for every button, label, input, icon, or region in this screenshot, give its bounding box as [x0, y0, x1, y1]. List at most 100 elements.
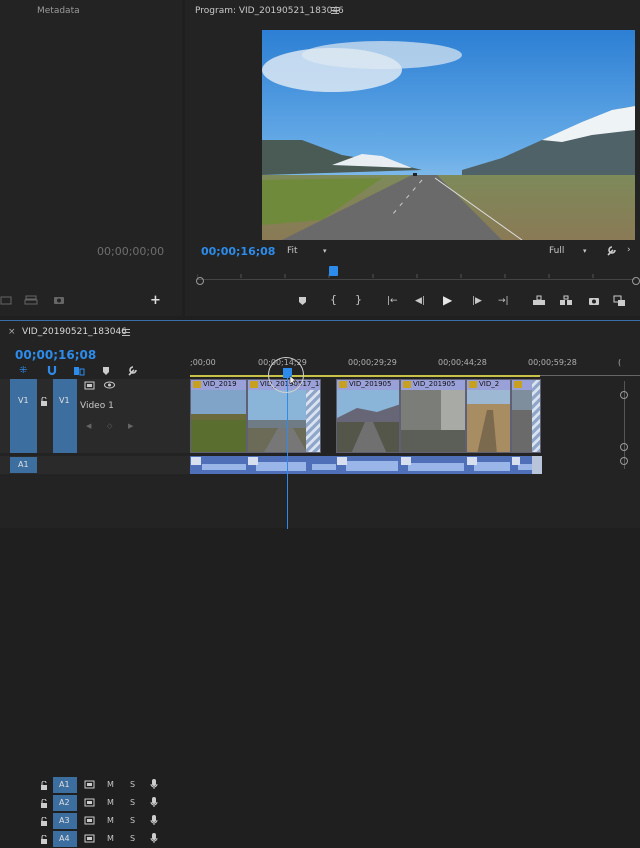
microphone-icon[interactable] [150, 815, 158, 826]
prev-keyframe-icon[interactable]: ◀ [86, 421, 91, 431]
v-scroll-handle-bottom[interactable] [620, 443, 628, 451]
sync-lock-film-icon[interactable] [84, 816, 95, 825]
timeline-close-button[interactable]: × [8, 327, 16, 337]
linked-selection-icon[interactable] [73, 366, 85, 376]
solo-button[interactable]: S [130, 780, 135, 789]
go-to-in-icon[interactable]: |← [387, 296, 398, 306]
v1-visibility-eye-icon[interactable] [104, 381, 115, 389]
timeline-panel: × VID_20190521_183046 00;00;16;08 ⁜ ;00;… [0, 320, 640, 847]
audio-target-label: A2 [59, 798, 70, 807]
expand-right-icon[interactable]: › [627, 245, 631, 255]
ruler-label: 00;00;44;28 [438, 358, 487, 367]
audio-track-header: A3 M S [0, 812, 190, 830]
add-icon[interactable]: + [150, 294, 161, 307]
timeline-current-timecode[interactable]: 00;00;16;08 [15, 348, 96, 362]
hamburger-icon[interactable] [331, 7, 339, 15]
add-keyframe-icon[interactable]: ◇ [107, 421, 112, 431]
program-monitor: Program: VID_20190521_183046 00;00;16;08… [185, 0, 640, 316]
program-video-frame [262, 30, 635, 240]
stack-icon[interactable] [24, 294, 38, 306]
ruler-more-label: ( [618, 358, 622, 367]
video-clip[interactable]: VID_2 [466, 379, 511, 453]
audio-target-label: A3 [59, 816, 70, 825]
lock-icon[interactable] [40, 781, 48, 790]
camera-icon[interactable] [53, 295, 65, 305]
lock-icon[interactable] [40, 817, 48, 826]
fit-chevron-down-icon[interactable]: ▾ [323, 246, 327, 256]
add-marker-icon[interactable] [298, 296, 307, 306]
sync-lock-film-icon[interactable] [84, 780, 95, 789]
a-scroll-handle[interactable] [620, 457, 628, 465]
step-forward-icon[interactable]: |▶ [472, 296, 482, 306]
program-zoom-scrollbar[interactable] [197, 279, 635, 285]
mark-in-icon[interactable]: { [330, 294, 337, 305]
timeline-sequence-tab[interactable]: VID_20190521_183046 [22, 327, 127, 337]
lock-icon[interactable] [40, 799, 48, 808]
solo-button[interactable]: S [130, 834, 135, 843]
snap-magnet-icon[interactable] [47, 365, 57, 376]
video-clip[interactable]: VID_201905 [336, 379, 400, 453]
clip-transition-stripes [306, 390, 320, 452]
v1-source-patch[interactable] [10, 379, 37, 453]
program-title: Program: VID_20190521_183046 [195, 6, 344, 16]
v1-lock-icon[interactable] [40, 397, 48, 406]
video-clip[interactable]: VID_2019 [190, 379, 247, 453]
microphone-icon[interactable] [150, 779, 158, 790]
sync-lock-film-icon[interactable] [84, 798, 95, 807]
mouse-cursor-highlight [268, 357, 304, 393]
clip-label: VID_201905 [413, 380, 456, 388]
v1-sync-lock-film-icon[interactable] [84, 381, 95, 390]
lock-icon[interactable] [40, 835, 48, 844]
mute-button[interactable]: M [107, 816, 114, 825]
program-current-timecode[interactable]: 00;00;16;08 [201, 245, 275, 258]
next-keyframe-icon[interactable]: ▶ [128, 421, 133, 431]
mark-out-icon[interactable]: } [355, 294, 362, 305]
export-frame-camera-icon[interactable] [588, 296, 600, 306]
program-time-ruler[interactable] [196, 264, 635, 278]
clip-transition-stripes [532, 380, 540, 452]
microphone-icon[interactable] [150, 797, 158, 808]
audio-track-header: A2 M S [0, 794, 190, 812]
mute-button[interactable]: M [107, 798, 114, 807]
v1-target-patch[interactable] [53, 379, 77, 453]
mute-button[interactable]: M [107, 780, 114, 789]
microphone-icon[interactable] [150, 833, 158, 844]
add-marker-timeline-icon[interactable] [102, 366, 110, 376]
timeline-playhead-line[interactable] [287, 371, 288, 529]
mute-button[interactable]: M [107, 834, 114, 843]
v-scroll-handle-top[interactable] [620, 391, 628, 399]
audio-track-header: A4 M S [0, 830, 190, 848]
tab-metadata[interactable]: Metadata [37, 6, 80, 16]
fx-badge-icon [339, 381, 347, 388]
scrollbar-handle-right[interactable] [632, 277, 640, 285]
render-bar [190, 375, 540, 377]
wrench-icon[interactable] [606, 245, 617, 256]
extract-icon[interactable] [559, 295, 573, 306]
timeline-settings-wrench-icon[interactable] [127, 365, 138, 376]
a1-track-lane [190, 456, 542, 474]
scrollbar-handle-left[interactable] [196, 277, 204, 285]
step-back-icon[interactable]: ◀| [415, 296, 425, 306]
clip-label: VID_2 [479, 380, 500, 388]
sync-lock-film-icon[interactable] [84, 834, 95, 843]
ruler-label: 00;00;29;29 [348, 358, 397, 367]
timeline-menu-icon[interactable] [122, 329, 130, 337]
source-timecode: 00;00;00;00 [97, 245, 165, 258]
fit-dropdown[interactable]: Fit [287, 246, 298, 256]
solo-button[interactable]: S [130, 798, 135, 807]
program-playhead[interactable] [329, 266, 338, 276]
resolution-chevron-down-icon[interactable]: ▾ [583, 246, 587, 256]
solo-button[interactable]: S [130, 816, 135, 825]
audio-target-label: A4 [59, 834, 70, 843]
video-clip[interactable]: VID_201905 [400, 379, 466, 453]
mouse-pointer-icon [289, 375, 297, 386]
fx-badge-icon [514, 381, 522, 388]
film-icon[interactable] [0, 295, 12, 305]
go-to-out-icon[interactable]: →| [498, 296, 509, 306]
nest-sequence-icon[interactable]: ⁜ [19, 366, 27, 376]
resolution-dropdown[interactable]: Full [549, 246, 564, 256]
comparison-view-icon[interactable] [613, 295, 626, 307]
lift-icon[interactable] [532, 295, 546, 306]
video-clip[interactable] [511, 379, 541, 453]
play-icon[interactable]: ▶ [443, 294, 452, 306]
